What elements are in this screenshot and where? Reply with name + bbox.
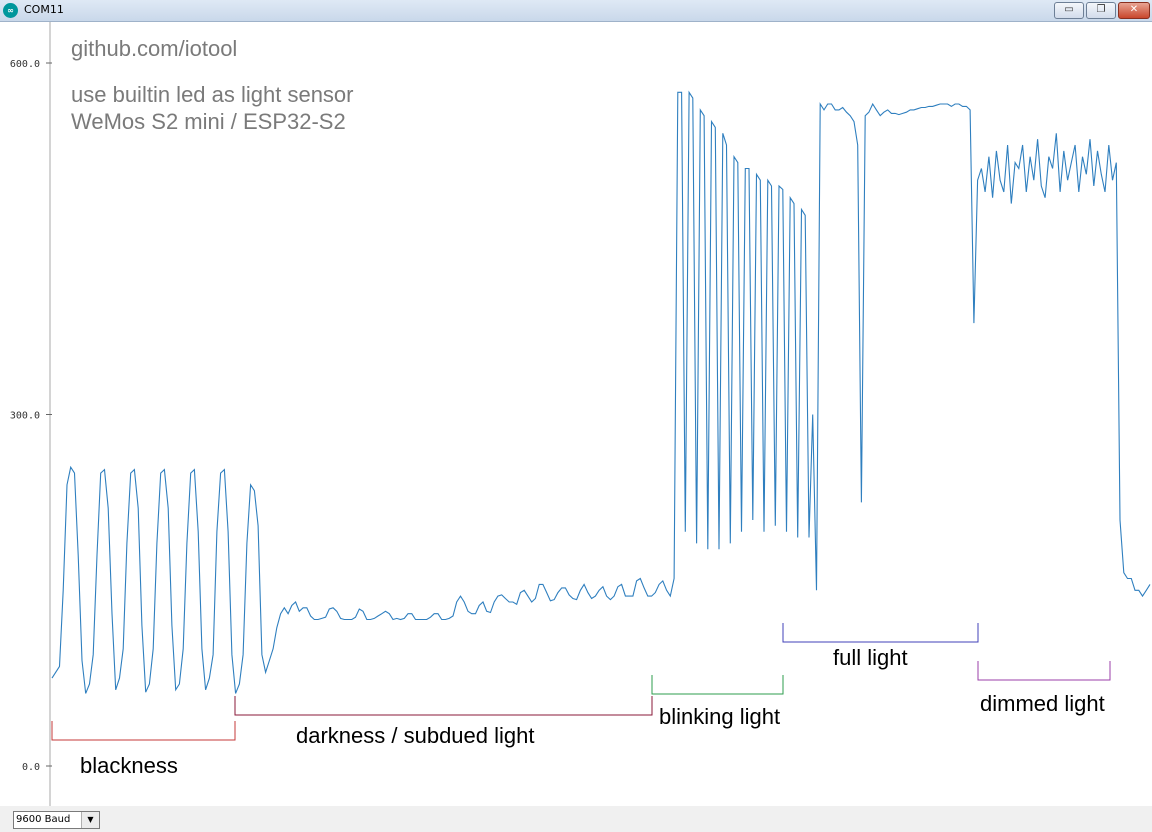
- annotation-darkness: darkness / subdued light: [296, 723, 535, 748]
- annotation-full-light: full light: [833, 645, 908, 670]
- maximize-button[interactable]: ❐: [1086, 2, 1116, 19]
- watermark-line-2: use builtin led as light sensor: [71, 82, 354, 107]
- annotation-bracket-full: [782, 623, 979, 643]
- annotation-blinking: blinking light: [659, 704, 780, 729]
- watermark-line-1: github.com/iotool: [71, 36, 237, 61]
- y-tick-label: 600.0: [10, 59, 40, 70]
- close-button[interactable]: ✕: [1118, 2, 1150, 19]
- chevron-down-icon[interactable]: ▼: [81, 812, 99, 828]
- annotation-bracket-blackness: [51, 721, 236, 741]
- annotation-dimmed: dimmed light: [980, 691, 1105, 716]
- y-axis-ticks: 600.0 300.0 0.0: [10, 59, 52, 773]
- annotation-bracket-blinking: [651, 675, 784, 695]
- minimize-button[interactable]: ▭: [1054, 2, 1084, 19]
- annotation-bracket-dimmed: [977, 661, 1111, 681]
- annotation-bracket-darkness: [234, 696, 653, 716]
- window-title-bar: ∞ COM11 ▭ ❐ ✕: [0, 0, 1152, 22]
- watermark-line-3: WeMos S2 mini / ESP32-S2: [71, 109, 346, 134]
- sensor-series-line: [51, 90, 1151, 694]
- annotation-brackets: [51, 623, 1111, 741]
- serial-plotter-chart: 600.0 300.0 0.0 github.com/iotool use buil…: [10, 22, 1151, 806]
- annotation-blackness: blackness: [80, 753, 178, 778]
- baud-rate-select[interactable]: 9600 Baud ▼: [13, 811, 100, 829]
- y-tick-label: 0.0: [22, 762, 40, 773]
- arduino-logo-icon: ∞: [3, 3, 18, 18]
- y-tick-label: 300.0: [10, 411, 40, 422]
- window-title: COM11: [24, 3, 64, 16]
- baud-rate-value: 9600 Baud: [16, 814, 71, 825]
- bottom-toolbar: 9600 Baud ▼: [0, 806, 1152, 832]
